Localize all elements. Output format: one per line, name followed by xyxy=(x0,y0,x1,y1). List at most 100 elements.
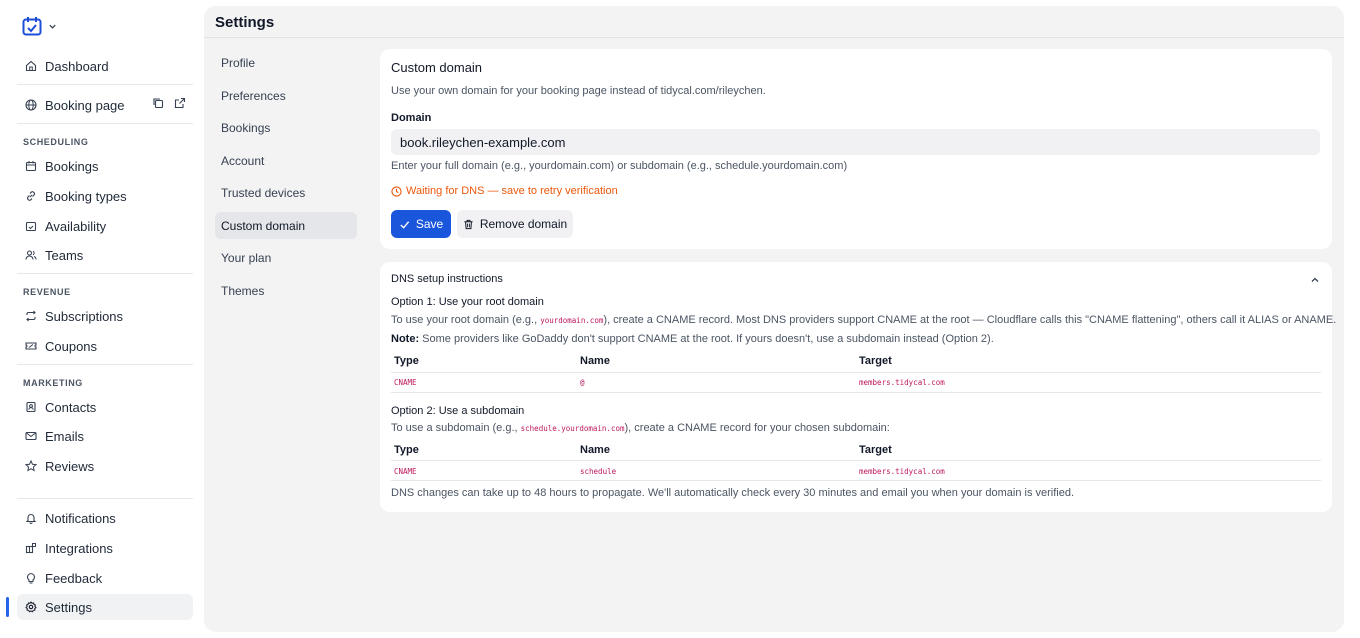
option1-example: yourdomain.com xyxy=(540,316,604,325)
table-divider xyxy=(391,480,1321,481)
check-icon xyxy=(400,220,409,229)
save-button[interactable]: Save xyxy=(391,210,451,238)
globe-icon xyxy=(24,99,37,112)
card-description: Use your own domain for your booking pag… xyxy=(391,85,766,97)
gear-icon xyxy=(24,601,37,614)
home-icon xyxy=(24,60,37,73)
domain-label: Domain xyxy=(391,112,432,124)
sidebar-divider xyxy=(17,364,193,365)
subnav-themes[interactable]: Themes xyxy=(215,277,357,304)
calendar-check-icon xyxy=(24,220,37,233)
domain-input-value: book.rileychen-example.com xyxy=(400,134,566,150)
external-link-icon[interactable] xyxy=(174,97,186,109)
sidebar-divider xyxy=(17,123,193,124)
domain-input[interactable]: book.rileychen-example.com xyxy=(391,129,1320,155)
link-icon xyxy=(24,190,37,203)
table-divider xyxy=(391,460,1321,461)
nav-emails-label: Emails xyxy=(45,428,85,444)
dns-status: Waiting for DNS — save to retry verifica… xyxy=(391,185,618,197)
nav-booking-types-label: Booking types xyxy=(45,188,127,204)
workspace-switcher[interactable] xyxy=(22,16,57,36)
option1-text-before: To use your root domain (e.g., xyxy=(391,314,541,326)
page-title: Settings xyxy=(215,14,275,31)
lightbulb-icon xyxy=(24,572,37,585)
copy-icon[interactable] xyxy=(152,97,164,109)
option2-title: Option 2: Use a subdomain xyxy=(391,405,525,417)
contact-book-icon xyxy=(24,401,37,414)
option2-text-before: To use a subdomain (e.g., xyxy=(391,422,521,434)
note-text: Some providers like GoDaddy don't suppor… xyxy=(419,333,994,345)
nav-emails[interactable]: Emails xyxy=(17,423,193,449)
table2-header-target: Target xyxy=(859,444,892,456)
nav-availability[interactable]: Availability xyxy=(17,213,193,239)
nav-availability-label: Availability xyxy=(45,218,107,234)
table2-cell-type: CNAME xyxy=(394,467,417,476)
nav-notifications-label: Notifications xyxy=(45,510,116,526)
sidebar-divider xyxy=(17,84,193,85)
option1-note: Note: Some providers like GoDaddy don't … xyxy=(391,333,994,345)
table2-header-type: Type xyxy=(394,444,419,456)
clock-icon xyxy=(391,185,402,197)
save-button-label: Save xyxy=(415,217,444,231)
ticket-icon xyxy=(24,340,37,353)
subnav-preferences[interactable]: Preferences xyxy=(215,82,357,109)
dns-card-title: DNS setup instructions xyxy=(391,273,503,285)
section-label-marketing: MARKETING xyxy=(23,378,83,388)
nav-notifications[interactable]: Notifications xyxy=(17,505,193,531)
nav-integrations-label: Integrations xyxy=(45,540,113,556)
table2-header-name: Name xyxy=(580,444,610,456)
card-title: Custom domain xyxy=(391,60,483,75)
nav-booking-types[interactable]: Booking types xyxy=(17,183,193,209)
main-panel: Settings Profile Preferences Bookings Ac… xyxy=(204,6,1344,632)
domain-hint: Enter your full domain (e.g., yourdomain… xyxy=(391,160,848,172)
nav-bookings[interactable]: Bookings xyxy=(17,153,193,179)
option2-text: To use a subdomain (e.g., schedule.yourd… xyxy=(391,422,890,434)
trash-icon xyxy=(464,219,473,229)
remove-domain-button[interactable]: Remove domain xyxy=(457,210,573,238)
main-header: Settings xyxy=(204,6,1344,38)
repeat-icon xyxy=(24,310,37,323)
mail-icon xyxy=(24,430,37,443)
custom-domain-card: Custom domain Use your own domain for yo… xyxy=(380,49,1332,249)
table1-header-target: Target xyxy=(859,355,892,367)
nav-settings[interactable]: Settings xyxy=(17,594,193,620)
subnav-custom-domain[interactable]: Custom domain xyxy=(215,212,357,239)
option2-example: schedule.yourdomain.com xyxy=(520,424,625,433)
table-divider xyxy=(391,392,1321,393)
sidebar-divider xyxy=(17,273,193,274)
chevron-up-icon[interactable] xyxy=(1310,275,1320,285)
subnav-your-plan[interactable]: Your plan xyxy=(215,244,357,271)
nav-bookings-label: Bookings xyxy=(45,158,99,174)
subnav-trusted-devices[interactable]: Trusted devices xyxy=(215,179,357,206)
option2-text-after: ), create a CNAME record for your chosen… xyxy=(624,422,890,434)
nav-coupons-label: Coupons xyxy=(45,338,98,354)
option1-title: Option 1: Use your root domain xyxy=(391,296,544,308)
subnav-bookings[interactable]: Bookings xyxy=(215,114,357,141)
nav-booking-page[interactable]: Booking page xyxy=(17,92,137,118)
remove-domain-button-label: Remove domain xyxy=(479,217,568,231)
nav-reviews[interactable]: Reviews xyxy=(17,453,193,479)
nav-contacts-label: Contacts xyxy=(45,399,97,415)
nav-integrations[interactable]: Integrations xyxy=(17,535,193,561)
subnav-profile[interactable]: Profile xyxy=(215,49,357,76)
nav-settings-label: Settings xyxy=(45,599,92,615)
table1-cell-name: @ xyxy=(580,378,585,387)
table2-cell-target: members.tidycal.com xyxy=(859,467,945,476)
nav-booking-page-label: Booking page xyxy=(45,97,125,113)
nav-feedback[interactable]: Feedback xyxy=(17,565,193,591)
nav-subscriptions-label: Subscriptions xyxy=(45,308,124,324)
nav-coupons[interactable]: Coupons xyxy=(17,333,193,359)
nav-dashboard[interactable]: Dashboard xyxy=(17,53,193,79)
nav-contacts[interactable]: Contacts xyxy=(17,394,193,420)
users-icon xyxy=(24,249,37,262)
nav-teams-label: Teams xyxy=(45,247,84,263)
dns-instructions-card: DNS setup instructions Option 1: Use you… xyxy=(380,262,1336,512)
chevron-down-icon xyxy=(49,24,56,29)
table1-cell-type: CNAME xyxy=(394,378,417,387)
nav-subscriptions[interactable]: Subscriptions xyxy=(17,303,193,329)
calendar-logo-icon xyxy=(22,17,42,36)
active-indicator xyxy=(6,597,9,617)
dns-status-text: Waiting for DNS — save to retry verifica… xyxy=(406,185,618,197)
nav-teams[interactable]: Teams xyxy=(17,242,193,268)
subnav-account[interactable]: Account xyxy=(215,147,357,174)
